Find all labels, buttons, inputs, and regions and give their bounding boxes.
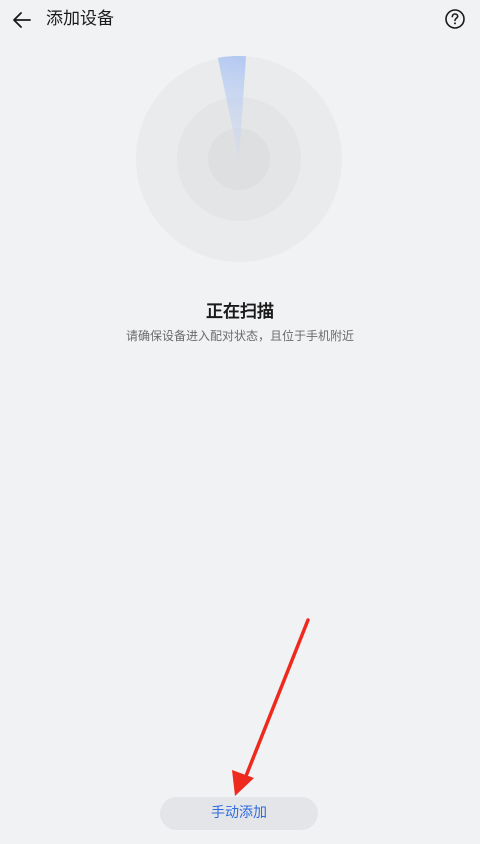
question-circle-icon xyxy=(445,9,465,29)
help-button[interactable] xyxy=(444,8,466,30)
manual-add-button[interactable]: 手动添加 xyxy=(160,797,318,830)
arrow-left-icon xyxy=(13,12,31,28)
page-title: 添加设备 xyxy=(46,9,114,29)
top-bar: 添加设备 xyxy=(0,0,480,40)
back-button[interactable] xyxy=(8,6,36,34)
scanning-radar xyxy=(136,56,342,262)
scan-hint: 请确保设备进入配对状态，且位于手机附近 xyxy=(125,329,354,343)
scan-status: 正在扫描 xyxy=(206,302,274,322)
